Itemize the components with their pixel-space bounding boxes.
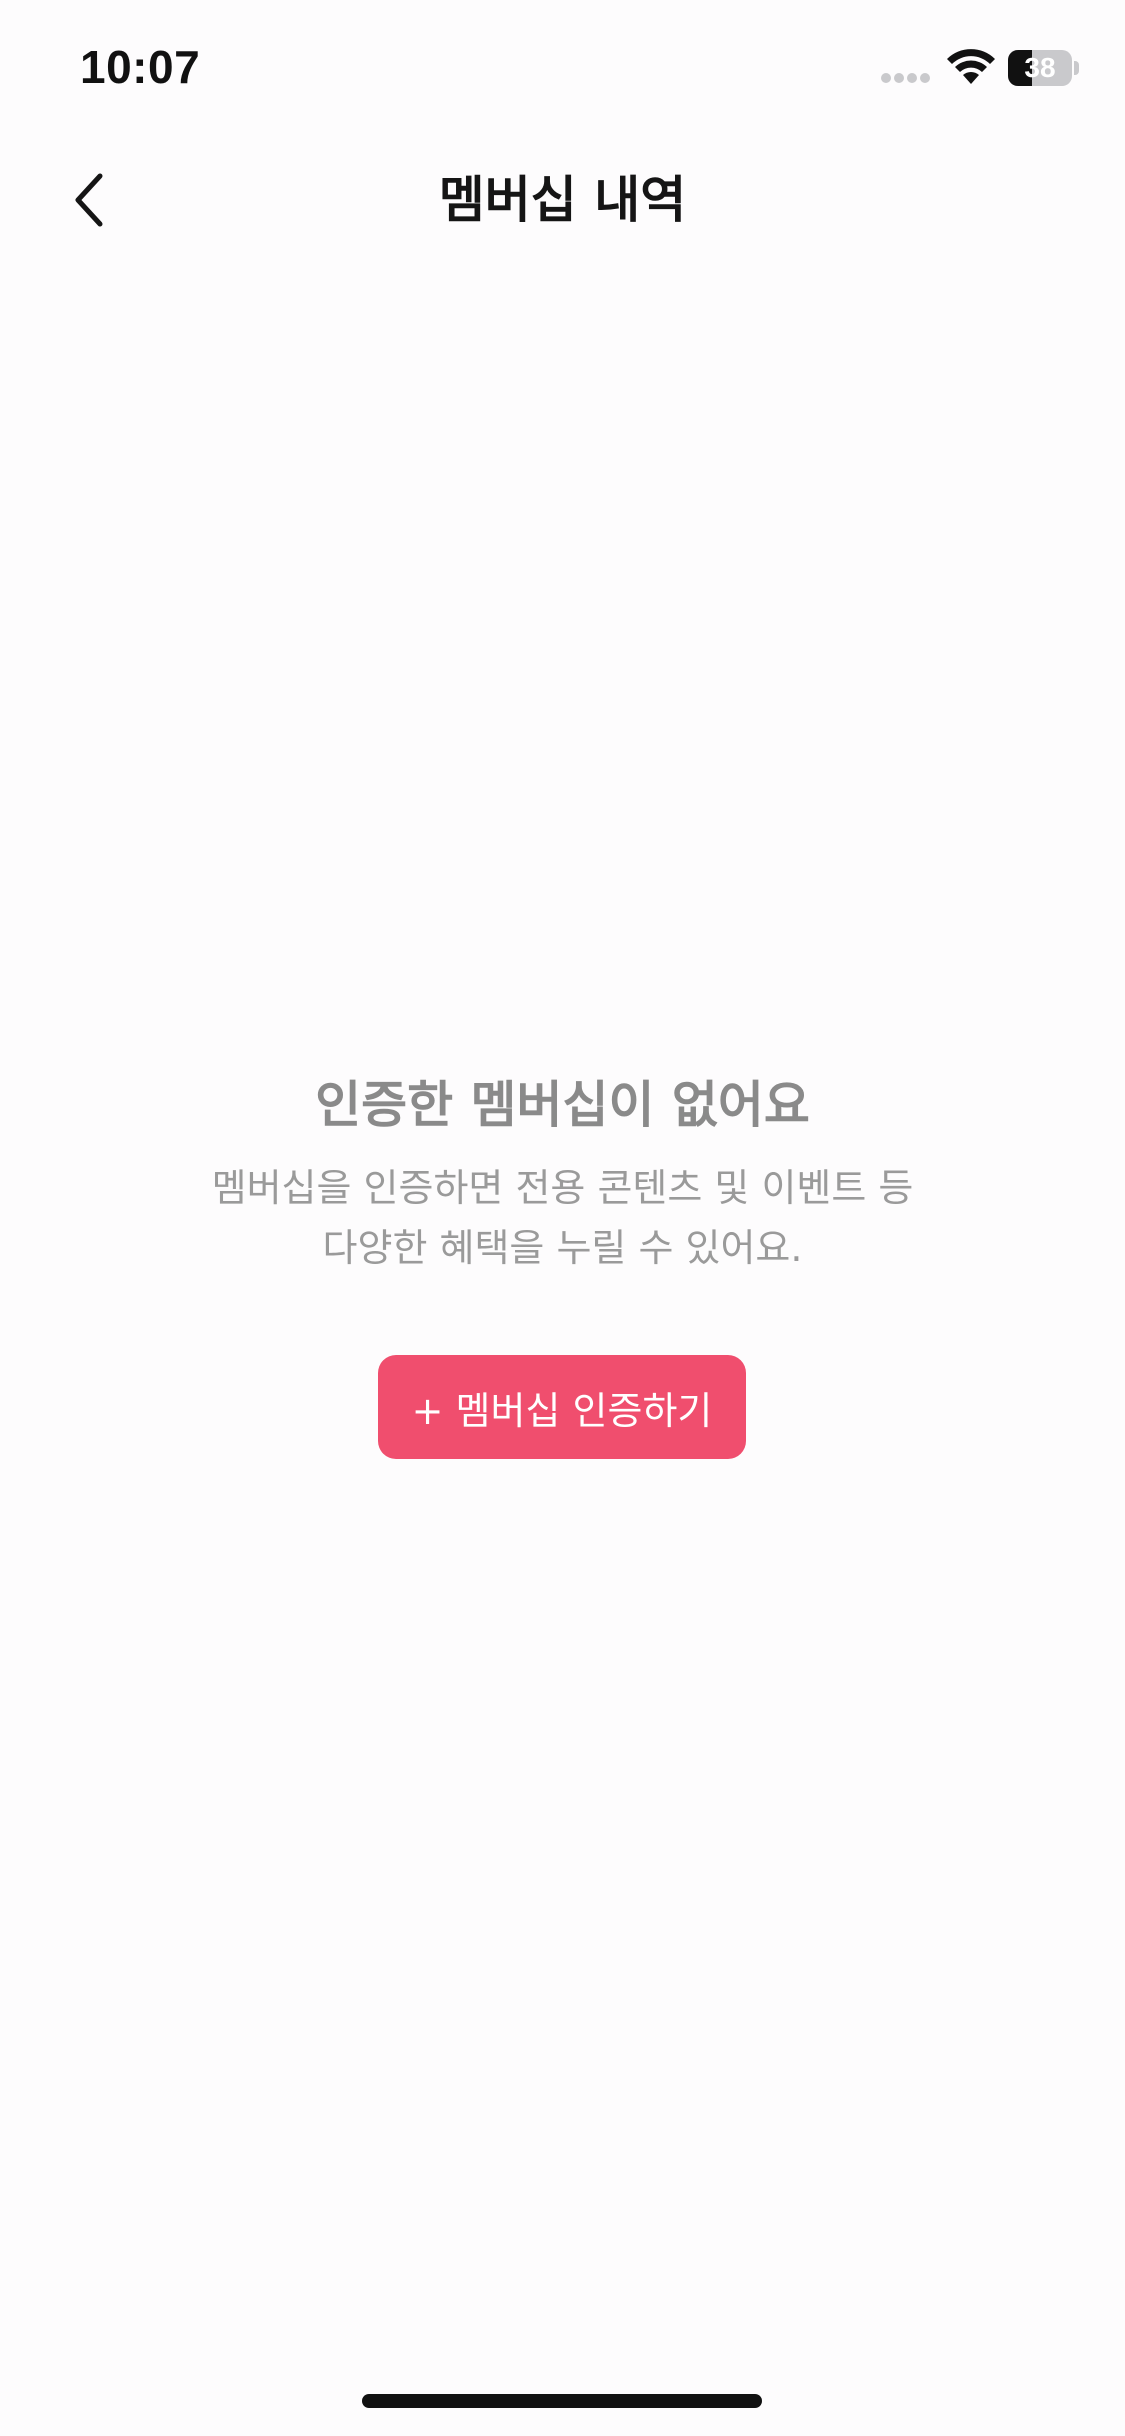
empty-state-title: 인증한 멤버십이 없어요 (315, 1076, 810, 1134)
status-time: 10:07 (80, 41, 201, 93)
signal-icon (881, 73, 930, 83)
verify-membership-button[interactable]: + 멤버십 인증하기 (378, 1355, 746, 1459)
back-button[interactable] (50, 160, 130, 240)
page-title: 멤버십 내역 (438, 171, 687, 229)
chevron-left-icon (75, 173, 103, 227)
empty-state-description: 멤버십을 인증하면 전용 콘텐츠 및 이벤트 등 다양한 혜택을 누릴 수 있어… (0, 1158, 1125, 1278)
empty-state-description-line2: 다양한 혜택을 누릴 수 있어요. (322, 1226, 803, 1270)
battery-level: 38 (1024, 52, 1056, 83)
home-indicator (362, 2394, 762, 2408)
status-bar: 10:07 38 (0, 0, 1125, 130)
wifi-icon (947, 49, 995, 84)
nav-header: 멤버십 내역 (0, 140, 1125, 260)
empty-state: 인증한 멤버십이 없어요 멤버십을 인증하면 전용 콘텐츠 및 이벤트 등 다양… (0, 1070, 1125, 1278)
battery-icon: 38 (1008, 50, 1079, 86)
empty-state-description-line1: 멤버십을 인증하면 전용 콘텐츠 및 이벤트 등 (211, 1166, 914, 1210)
